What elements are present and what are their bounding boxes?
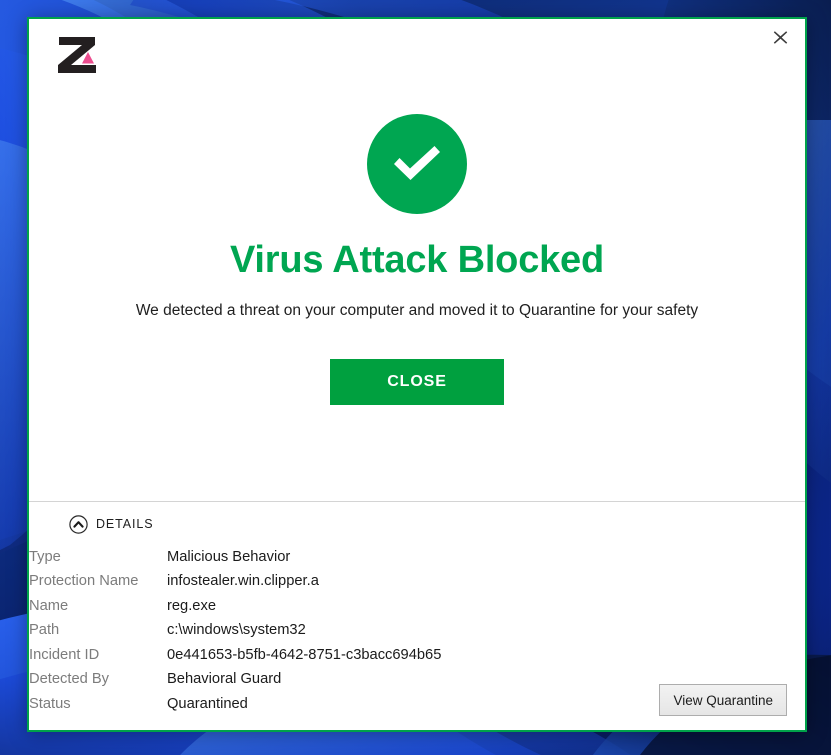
detail-value: 0e441653-b5fb-4642-8751-c3bacc694b65: [167, 646, 442, 663]
close-button[interactable]: CLOSE: [330, 358, 504, 405]
details-table: Type Malicious Behavior Protection Name …: [29, 549, 441, 720]
dialog-titlebar: [29, 19, 805, 81]
table-row: Path c:\windows\system32: [29, 622, 441, 646]
virus-alert-dialog: Virus Attack Blocked We detected a threa…: [27, 17, 807, 732]
detail-key: Detected By: [29, 671, 110, 688]
detail-key: Protection Name: [29, 573, 139, 590]
close-window-button[interactable]: [765, 22, 795, 52]
close-x-icon: [773, 30, 787, 44]
zonealarm-z-logo-icon: [58, 37, 96, 73]
table-row: Status Quarantined: [29, 696, 441, 720]
table-row: Type Malicious Behavior: [29, 549, 441, 573]
view-quarantine-button[interactable]: View Quarantine: [659, 684, 787, 716]
table-row: Incident ID 0e441653-b5fb-4642-8751-c3ba…: [29, 647, 441, 671]
table-row: Detected By Behavioral Guard: [29, 671, 441, 695]
check-circle-icon: [367, 114, 467, 214]
alert-subtitle: We detected a threat on your computer an…: [135, 301, 699, 319]
table-row: Protection Name infostealer.win.clipper.…: [29, 573, 441, 597]
alert-hero-section: Virus Attack Blocked We detected a threa…: [29, 81, 805, 501]
details-section: DETAILS Type Malicious Behavior Protecti…: [29, 502, 805, 730]
detail-key: Incident ID: [29, 646, 100, 663]
zonealarm-z-logo: [49, 33, 105, 77]
page-title: Virus Attack Blocked: [229, 239, 605, 281]
checkmark-glyph: [394, 146, 440, 180]
detail-value: Quarantined: [167, 695, 248, 712]
detail-key: Status: [29, 695, 71, 712]
chevron-up-circle-icon: [69, 514, 88, 534]
detail-key: Type: [29, 549, 61, 565]
detail-key: Path: [29, 622, 60, 639]
detail-value: c:\windows\system32: [167, 622, 306, 639]
detail-value: Malicious Behavior: [167, 549, 291, 565]
detail-key: Name: [29, 597, 69, 614]
details-toggle[interactable]: DETAILS: [29, 511, 805, 537]
detail-value: Behavioral Guard: [167, 671, 282, 688]
detail-value: reg.exe: [167, 597, 216, 614]
details-label: DETAILS: [96, 517, 154, 531]
table-row: Name reg.exe: [29, 598, 441, 622]
detail-value: infostealer.win.clipper.a: [167, 573, 319, 590]
